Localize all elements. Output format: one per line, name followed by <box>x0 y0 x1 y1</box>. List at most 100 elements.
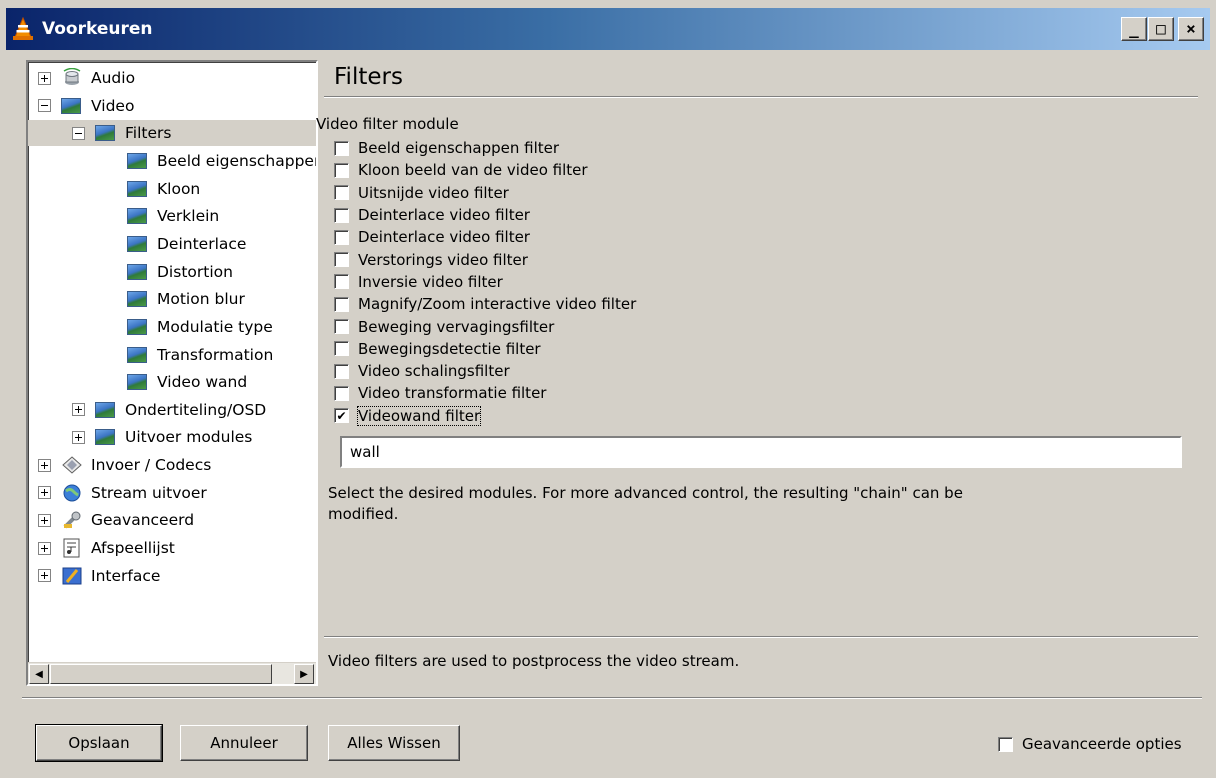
tree-item-label: Geavanceerd <box>91 511 195 530</box>
tree-item[interactable]: Invoer / Codecs <box>28 452 211 478</box>
filter-checkbox[interactable] <box>334 363 349 379</box>
tree-item-label: Invoer / Codecs <box>91 456 212 475</box>
tree-item-label: Kloon <box>157 179 201 198</box>
tree-item[interactable]: Afspeellijst <box>28 535 175 561</box>
save-button[interactable]: Opslaan <box>35 724 163 762</box>
video-image-icon <box>95 400 117 420</box>
maximize-button[interactable]: □ <box>1148 17 1174 41</box>
tree-item-label: Distortion <box>157 262 233 281</box>
expand-icon[interactable] <box>38 513 51 527</box>
minimize-button[interactable]: _ <box>1121 17 1147 41</box>
filter-option-label: Video transformatie filter <box>358 384 547 403</box>
tree-item[interactable]: Ondertiteling/OSD <box>28 397 266 423</box>
scroll-right-arrow-icon[interactable]: ▶ <box>294 664 314 684</box>
title-bar[interactable]: Voorkeuren _ □ × <box>6 8 1210 50</box>
expand-icon[interactable] <box>38 71 51 85</box>
filter-option-label: Verstorings video filter <box>358 250 528 269</box>
scroll-left-arrow-icon[interactable]: ◀ <box>29 664 49 684</box>
vlc-cone-icon <box>12 16 34 41</box>
tree-item[interactable]: Video wand <box>28 369 247 395</box>
expand-icon[interactable] <box>38 569 51 583</box>
video-image-icon <box>127 151 149 171</box>
collapse-icon[interactable] <box>72 126 85 140</box>
tree-item[interactable]: Transformation <box>28 342 273 368</box>
filter-checkbox[interactable] <box>334 185 349 201</box>
filter-option[interactable]: Bewegingsdetectie filter <box>334 338 636 360</box>
tree-item-label: Deinterlace <box>157 234 247 253</box>
tree-item[interactable]: Motion blur <box>28 286 245 312</box>
filter-checkbox[interactable] <box>334 252 349 268</box>
advanced-options-toggle[interactable]: Geavanceerde opties <box>998 735 1182 753</box>
wrench-icon <box>61 510 83 530</box>
globe-icon <box>61 483 83 503</box>
filter-option[interactable]: Deinterlace video filter <box>334 226 636 248</box>
tree-item[interactable]: Verklein <box>28 203 219 229</box>
tree-item-label: Verklein <box>157 207 220 226</box>
reset-all-button[interactable]: Alles Wissen <box>328 725 460 761</box>
tree-item[interactable]: Video <box>28 93 134 119</box>
filter-checkbox[interactable] <box>334 296 349 312</box>
close-button[interactable]: × <box>1178 17 1204 41</box>
category-tree[interactable]: Audio Video Filters Beeld eigenschappen Kloo… <box>26 60 318 686</box>
collapse-icon[interactable] <box>38 99 51 113</box>
tree-item-label: Beeld eigenschappen <box>157 151 318 170</box>
filter-option[interactable]: Video transformatie filter <box>334 382 636 404</box>
filter-checkbox[interactable] <box>334 341 349 357</box>
help-text: Select the desired modules. For more adv… <box>328 484 963 523</box>
tree-item[interactable]: Audio <box>28 65 135 91</box>
tree-item-label: Afspeellijst <box>91 539 175 558</box>
filter-group-label: Video filter module <box>316 115 459 133</box>
filter-checkbox[interactable]: ✔ <box>334 408 349 424</box>
speaker-icon <box>61 67 83 88</box>
filter-checkbox[interactable] <box>334 162 349 178</box>
tree-item[interactable]: Kloon <box>28 176 200 202</box>
tree-horizontal-scrollbar[interactable]: ◀ ▶ <box>28 662 316 684</box>
tree-item[interactable]: Uitvoer modules <box>28 424 252 450</box>
tree-item[interactable]: Interface <box>28 563 160 589</box>
filter-option-label: Deinterlace video filter <box>358 228 530 247</box>
tree-item-label: Interface <box>91 566 161 585</box>
tree-item[interactable]: Filters <box>28 120 316 147</box>
filter-checkbox[interactable] <box>334 140 349 156</box>
filter-option[interactable]: Beeld eigenschappen filter <box>334 137 636 159</box>
filter-checkbox[interactable] <box>334 319 349 335</box>
tree-item[interactable]: Geavanceerd <box>28 507 194 533</box>
filter-option[interactable]: Deinterlace video filter <box>334 204 636 226</box>
filter-option-label: Kloon beeld van de video filter <box>358 161 588 180</box>
page-title: Filters <box>334 64 403 90</box>
filter-option-label: Bewegingsdetectie filter <box>358 339 541 358</box>
filter-option-label: Videowand filter <box>356 405 482 426</box>
filter-checkbox[interactable] <box>334 229 349 245</box>
category-description: Video filters are used to postprocess th… <box>328 652 740 670</box>
filter-checkbox[interactable] <box>334 274 349 290</box>
video-image-icon <box>127 179 149 199</box>
tree-item[interactable]: Beeld eigenschappen <box>28 148 318 174</box>
tree-item[interactable]: Distortion <box>28 259 233 285</box>
video-image-icon <box>127 372 149 392</box>
filter-option[interactable]: Magnify/Zoom interactive video filter <box>334 293 636 315</box>
filter-option[interactable]: Video schalingsfilter <box>334 360 636 382</box>
filter-option[interactable]: Beweging vervagingsfilter <box>334 315 636 337</box>
filter-option[interactable]: Uitsnijde video filter <box>334 182 636 204</box>
tree-item[interactable]: Stream uitvoer <box>28 480 207 506</box>
filter-option[interactable]: Kloon beeld van de video filter <box>334 159 636 181</box>
tree-item[interactable]: Modulatie type <box>28 314 273 340</box>
expand-icon[interactable] <box>38 458 51 472</box>
filter-option[interactable]: ✔ Videowand filter <box>334 405 636 427</box>
expand-icon[interactable] <box>72 430 85 444</box>
video-image-icon <box>127 206 149 226</box>
filter-checkbox[interactable] <box>334 207 349 223</box>
expand-icon[interactable] <box>72 403 85 417</box>
filter-option[interactable]: Verstorings video filter <box>334 248 636 270</box>
expand-icon[interactable] <box>38 541 51 555</box>
filter-checkbox[interactable] <box>334 385 349 401</box>
cancel-button[interactable]: Annuleer <box>180 725 308 761</box>
scrollbar-thumb[interactable] <box>50 664 272 684</box>
filter-chain-input[interactable] <box>340 436 1182 468</box>
advanced-options-checkbox[interactable] <box>998 736 1013 752</box>
playlist-icon <box>61 538 83 558</box>
filter-option[interactable]: Inversie video filter <box>334 271 636 293</box>
tree-item[interactable]: Deinterlace <box>28 231 246 257</box>
expand-icon[interactable] <box>38 486 51 500</box>
title-divider <box>324 96 1198 98</box>
